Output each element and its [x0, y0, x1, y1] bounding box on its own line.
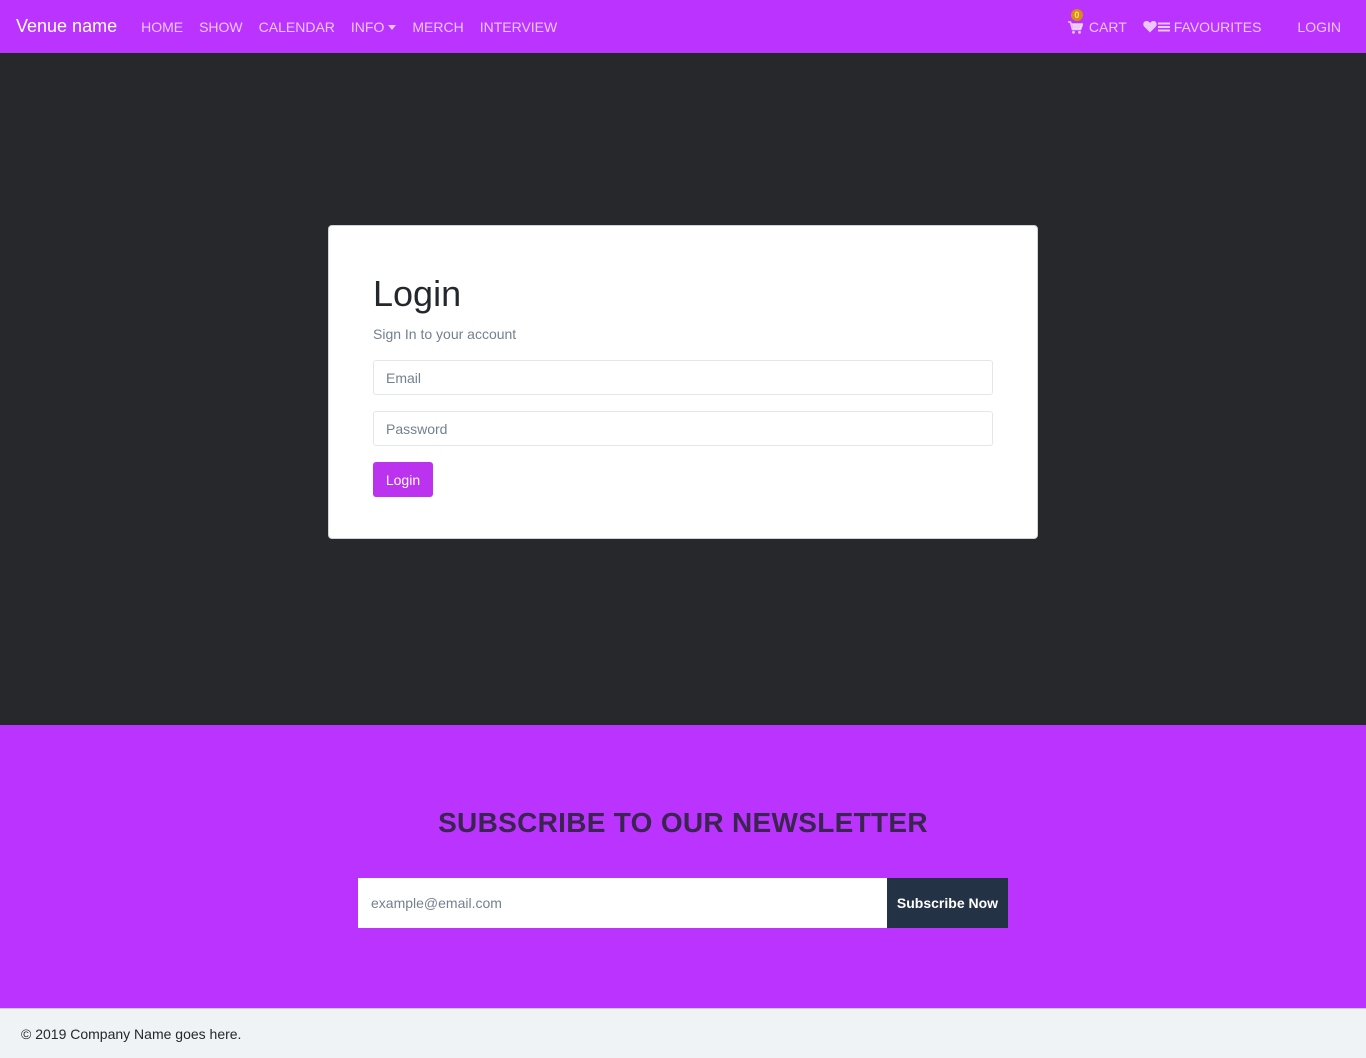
login-card: Login Sign In to your account Login [328, 225, 1038, 539]
password-field[interactable] [373, 411, 993, 446]
subscribe-button[interactable]: Subscribe Now [887, 878, 1008, 928]
cart-label: CART [1088, 18, 1127, 35]
nav-home[interactable]: HOME [133, 19, 191, 35]
caret-down-icon [388, 24, 397, 30]
brand-logo[interactable]: Venue name [16, 16, 117, 37]
nav-cart[interactable]: 0 CART [1060, 8, 1135, 35]
newsletter-title: SUBSCRIBE TO OUR NEWSLETTER [438, 807, 928, 838]
main-nav: HOME SHOW CALENDAR INFO MERCH INTERVIEW [133, 19, 565, 35]
login-title: Login [373, 273, 462, 314]
nav-info-dropdown[interactable]: INFO [343, 19, 404, 35]
favourites-label: FAVOURITES [1173, 18, 1262, 35]
main-section: Login Sign In to your account Login [0, 53, 1366, 725]
page-footer: © 2019 Company Name goes here. [0, 1008, 1366, 1058]
top-navbar: Venue name HOME SHOW CALENDAR INFO MERCH… [0, 0, 1366, 53]
newsletter-email-input[interactable] [358, 878, 887, 928]
login-button[interactable]: Login [373, 462, 433, 497]
nav-interview[interactable]: INTERVIEW [472, 19, 566, 35]
email-field[interactable] [373, 360, 993, 395]
nav-info-label: INFO [350, 18, 385, 35]
heart-list-icon [1143, 20, 1171, 33]
nav-login[interactable]: LOGIN [1289, 19, 1350, 35]
cart-icon [1067, 21, 1083, 34]
cart-count-badge: 0 [1070, 8, 1083, 21]
nav-show[interactable]: SHOW [191, 19, 251, 35]
user-nav: 0 CART FAVOURITES LOGIN [1060, 0, 1350, 53]
nav-favourites[interactable]: FAVOURITES [1135, 19, 1270, 35]
newsletter-section: SUBSCRIBE TO OUR NEWSLETTER Subscribe No… [0, 725, 1366, 1008]
newsletter-form: Subscribe Now [358, 878, 1008, 928]
login-subtitle: Sign In to your account [373, 326, 517, 342]
nav-calendar[interactable]: CALENDAR [251, 19, 343, 35]
nav-merch[interactable]: MERCH [404, 19, 471, 35]
copyright-text: © 2019 Company Name goes here. [21, 1025, 242, 1042]
